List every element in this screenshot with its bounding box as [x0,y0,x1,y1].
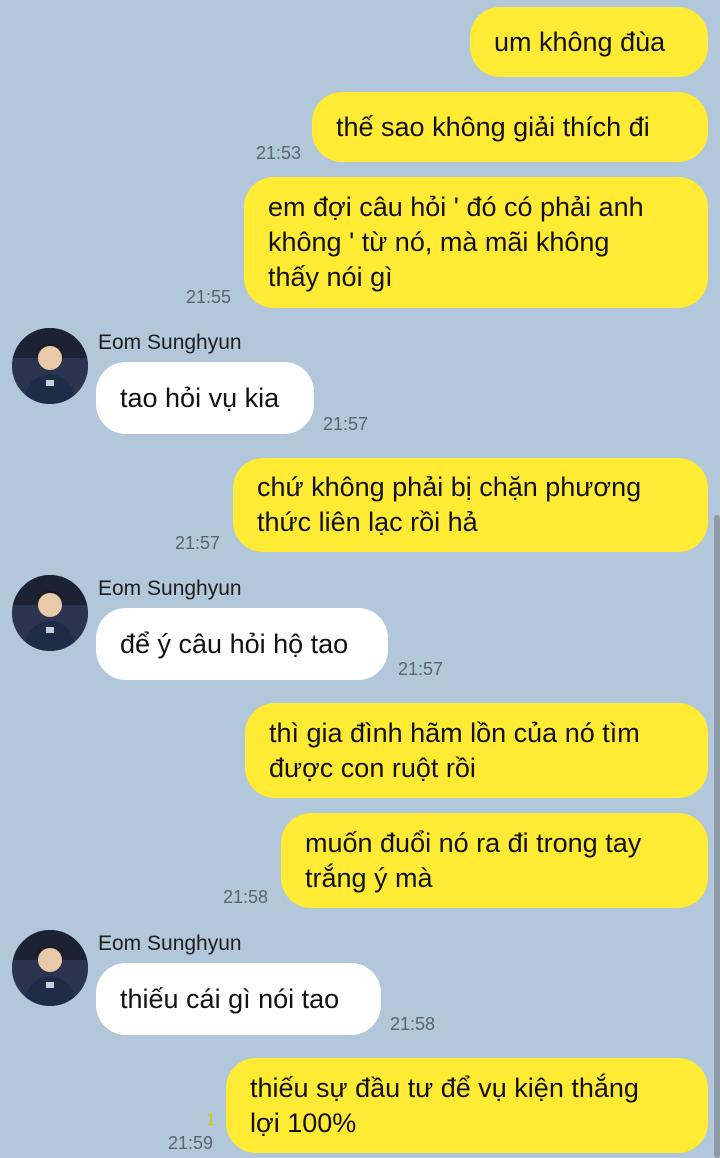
message-time: 21:58 [390,1014,436,1034]
message-bubble-sent[interactable]: thiếu sự đầu tư để vụ kiện thắng lợi 100… [226,1058,708,1153]
message-bubble-received[interactable]: thiếu cái gì nói tao [96,963,381,1035]
message-time: 21:57 [175,533,221,553]
message-bubble-sent[interactable]: thế sao không giải thích đi [312,92,708,162]
contact-avatar[interactable] [12,575,88,651]
sender-name: Eom Sunghyun [98,932,242,955]
message-bubble-sent[interactable]: chứ không phải bị chặn phương thức liên … [233,458,708,552]
message-time: 21:57 [323,414,369,434]
message-time: 21:57 [398,659,444,679]
contact-avatar[interactable] [12,930,88,1006]
sender-name: Eom Sunghyun [98,577,242,600]
message-time: 21:59 [168,1133,214,1153]
unread-count: 1 [206,1110,216,1129]
message-bubble-received[interactable]: để ý câu hỏi hộ tao [96,608,388,680]
message-bubble-sent[interactable]: muốn đuổi nó ra đi trong tay trắng ý mà [281,813,708,908]
avatar-photo-icon [12,328,88,404]
message-bubble-sent[interactable]: thì gia đình hãm lồn của nó tìm được con… [245,703,708,798]
message-time: 21:55 [186,287,232,307]
message-bubble-sent[interactable]: um không đùa [470,7,708,77]
message-time: 21:53 [256,143,302,163]
avatar-photo-icon [12,930,88,1006]
message-time: 21:58 [223,887,269,907]
avatar-photo-icon [12,575,88,651]
message-bubble-received[interactable]: tao hỏi vụ kia [96,362,314,434]
sender-name: Eom Sunghyun [98,331,242,354]
scrollbar[interactable] [714,515,720,1158]
contact-avatar[interactable] [12,328,88,404]
message-bubble-sent[interactable]: em đợi câu hỏi ' đó có phải anh không ' … [244,177,708,308]
